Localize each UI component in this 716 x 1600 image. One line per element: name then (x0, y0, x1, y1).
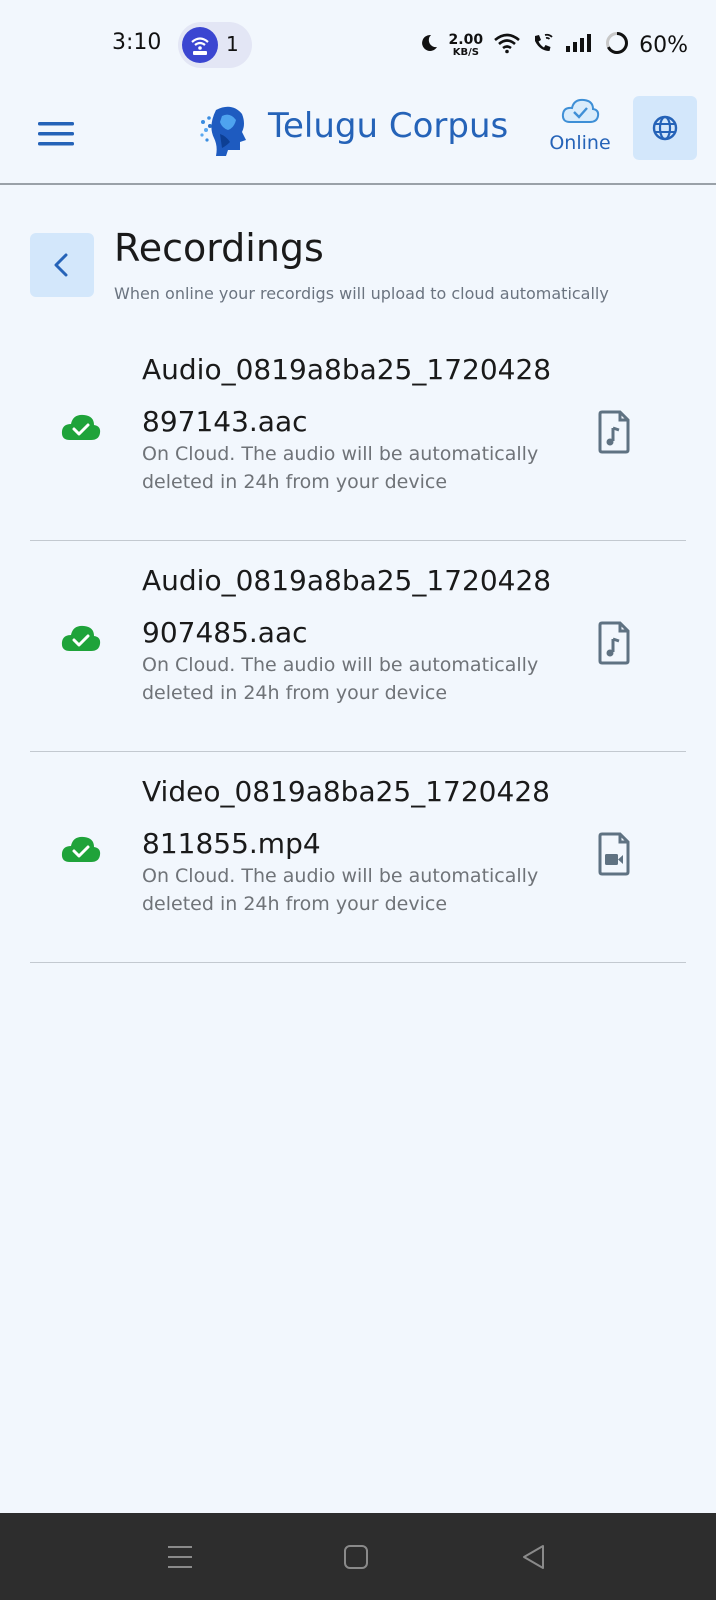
home-button[interactable] (340, 1541, 372, 1573)
app-title: Telugu Corpus (268, 106, 509, 146)
hamburger-icon (30, 122, 82, 164)
back-nav-button[interactable] (518, 1541, 550, 1573)
app-bar: Telugu Corpus Online (0, 88, 716, 185)
recording-item[interactable]: Audio_0819a8ba25_1720428897143.aac On Cl… (30, 330, 686, 541)
recording-name: Audio_0819a8ba25_1720428897143.aac (142, 353, 552, 438)
hotspot-icon (182, 27, 218, 63)
audio-file-icon[interactable] (596, 621, 632, 665)
recording-name: Audio_0819a8ba25_1720428907485.aac (142, 564, 552, 649)
cloud-check-icon (560, 98, 600, 130)
connection-status: Online (540, 96, 620, 154)
wifi-icon (493, 32, 521, 58)
recording-name: Video_0819a8ba25_1720428811855.mp4 (142, 775, 550, 860)
net-speed-value: 2.00 (448, 31, 484, 48)
status-time: 3:10 (112, 30, 162, 55)
recording-item[interactable]: Audio_0819a8ba25_1720428907485.aac On Cl… (30, 541, 686, 752)
cloud-check-icon (60, 834, 102, 864)
video-file-icon[interactable] (596, 832, 632, 876)
net-speed-unit: KB/S (452, 46, 479, 58)
recordings-list: Audio_0819a8ba25_1720428897143.aac On Cl… (30, 330, 686, 963)
moon-icon (419, 33, 439, 57)
net-speed: 2.00 KB/S (449, 33, 484, 58)
battery-icon (605, 31, 629, 59)
cloud-check-icon (60, 412, 102, 442)
recording-status: On Cloud. The audio will be automaticall… (142, 443, 539, 493)
audio-file-icon[interactable] (596, 410, 632, 454)
signal-icon (565, 33, 595, 57)
language-button[interactable] (633, 96, 697, 160)
battery-percent: 60% (639, 32, 688, 58)
back-button[interactable] (30, 233, 94, 297)
page-title: Recordings (114, 226, 324, 270)
recording-status: On Cloud. The audio will be automaticall… (142, 654, 539, 704)
recording-item[interactable]: Video_0819a8ba25_1720428811855.mp4 On Cl… (30, 752, 686, 963)
recording-status: On Cloud. The audio will be automaticall… (142, 865, 539, 915)
connection-status-label: Online (549, 132, 611, 154)
menu-button[interactable] (30, 108, 82, 160)
wifi-call-icon (531, 32, 555, 58)
page-subtitle: When online your recordigs will upload t… (114, 284, 609, 303)
app-logo (198, 102, 250, 158)
cloud-check-icon (60, 623, 102, 653)
system-nav-bar (0, 1513, 716, 1600)
notification-count: 1 (226, 32, 239, 56)
notification-pill[interactable]: 1 (178, 22, 252, 68)
recents-button[interactable] (164, 1541, 196, 1573)
status-bar: 3:10 1 2.00 KB/S 60% (0, 0, 716, 88)
